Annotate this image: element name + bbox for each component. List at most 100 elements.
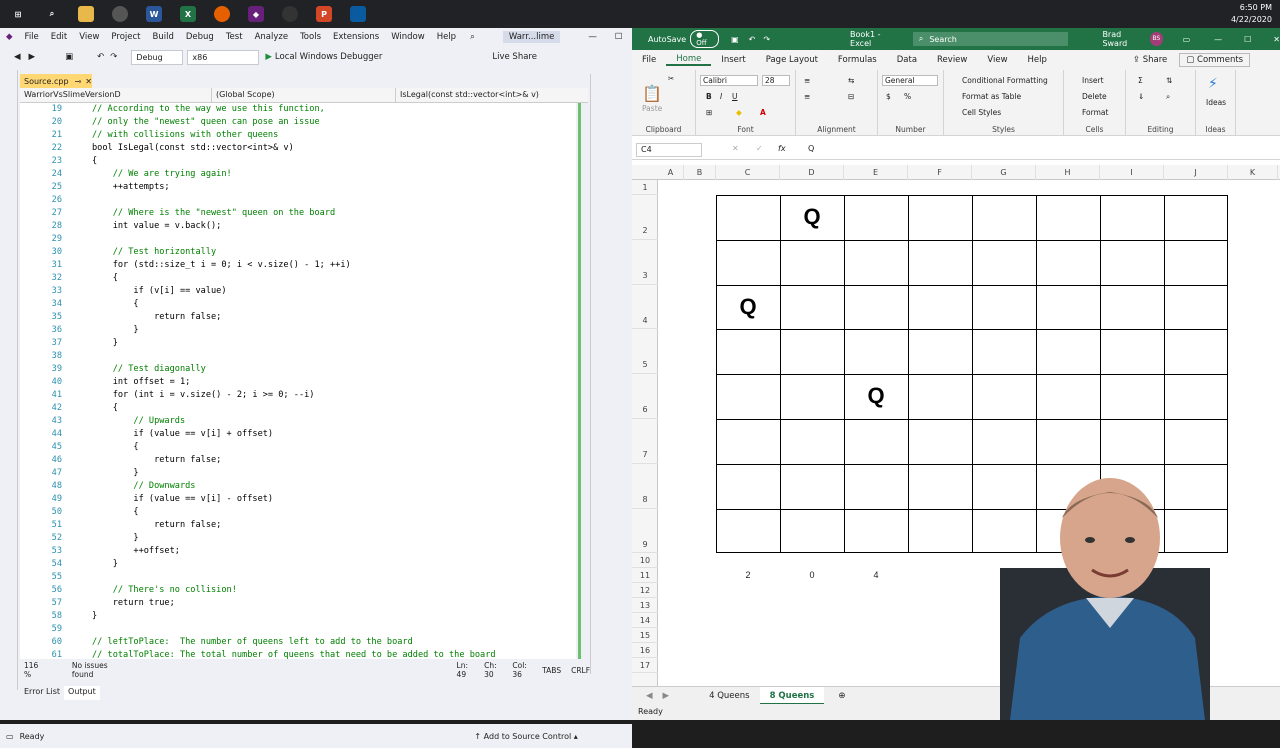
font-size-box[interactable]: 28 bbox=[762, 75, 790, 86]
file-explorer-icon[interactable] bbox=[78, 6, 94, 22]
menu-tools[interactable]: Tools bbox=[294, 32, 327, 42]
number-format-box[interactable]: General bbox=[882, 75, 938, 86]
row-header[interactable]: 16 bbox=[632, 643, 658, 659]
search-icon[interactable]: ⌕ bbox=[44, 6, 60, 22]
formula-input[interactable]: Q bbox=[808, 144, 814, 153]
config-dropdown[interactable]: Debug bbox=[131, 49, 184, 65]
minimize-icon[interactable]: — bbox=[588, 32, 597, 42]
tabs-mode[interactable]: TABS bbox=[542, 666, 561, 675]
tab-formulas[interactable]: Formulas bbox=[828, 55, 887, 65]
menu-file[interactable]: File bbox=[19, 32, 45, 42]
ideas-button[interactable]: Ideas bbox=[1206, 98, 1226, 107]
currency-icon[interactable]: $ bbox=[886, 92, 891, 101]
conditional-formatting-button[interactable]: Conditional Formatting bbox=[962, 76, 1048, 85]
row-header[interactable]: 2 bbox=[632, 195, 658, 240]
column-header[interactable]: C bbox=[716, 165, 780, 180]
prev-sheet-icon[interactable]: ◀ bbox=[646, 691, 653, 701]
column-header[interactable]: I bbox=[1100, 165, 1164, 180]
tab-file[interactable]: File bbox=[632, 55, 666, 65]
row-header[interactable]: 8 bbox=[632, 464, 658, 509]
column-header[interactable]: A bbox=[658, 165, 684, 180]
avatar[interactable]: BS bbox=[1149, 32, 1163, 46]
row-header[interactable]: 7 bbox=[632, 419, 658, 464]
zoom-level[interactable]: 116 % bbox=[24, 661, 42, 679]
row-header[interactable]: 14 bbox=[632, 613, 658, 629]
pin-icon[interactable]: ⊸ bbox=[75, 77, 82, 86]
menu-build[interactable]: Build bbox=[147, 32, 180, 42]
search-box[interactable]: ⌕ Search bbox=[912, 32, 1069, 46]
firefox-icon[interactable] bbox=[214, 6, 230, 22]
format-table-button[interactable]: Format as Table bbox=[962, 92, 1021, 101]
column-header[interactable]: K bbox=[1228, 165, 1278, 180]
row-header[interactable]: 11 bbox=[632, 568, 658, 584]
maximize-icon[interactable]: ☐ bbox=[1244, 35, 1251, 44]
queen-cell[interactable]: Q bbox=[716, 285, 780, 329]
maximize-icon[interactable]: ☐ bbox=[615, 32, 623, 42]
visual-studio-icon[interactable]: ◆ bbox=[248, 6, 264, 22]
menu-analyze[interactable]: Analyze bbox=[249, 32, 295, 42]
menu-help[interactable]: Help bbox=[431, 32, 462, 42]
align-left-icon[interactable]: ≡ bbox=[804, 92, 810, 101]
issues-status[interactable]: No issues found bbox=[72, 661, 117, 679]
column-header[interactable]: E bbox=[844, 165, 908, 180]
nav-scope[interactable]: (Global Scope) bbox=[212, 88, 396, 102]
row-header[interactable]: 4 bbox=[632, 285, 658, 330]
ideas-icon[interactable]: ⚡ bbox=[1208, 76, 1218, 92]
menu-view[interactable]: View bbox=[73, 32, 105, 42]
tab-view[interactable]: View bbox=[977, 55, 1017, 65]
save-icon[interactable]: ▣ bbox=[65, 52, 73, 62]
tab-review[interactable]: Review bbox=[927, 55, 977, 65]
format-cells-button[interactable]: Format bbox=[1082, 108, 1108, 117]
menu-edit[interactable]: Edit bbox=[45, 32, 73, 42]
forward-icon[interactable]: ▶ bbox=[29, 52, 36, 62]
row-header[interactable]: 6 bbox=[632, 374, 658, 419]
next-sheet-icon[interactable]: ▶ bbox=[663, 691, 670, 701]
clock[interactable]: 6:50 PM 4/22/2020 bbox=[1231, 2, 1272, 26]
play-icon[interactable]: ▶ bbox=[265, 52, 272, 62]
fill-color-icon[interactable]: ◆ bbox=[736, 108, 742, 117]
column-header[interactable]: J bbox=[1164, 165, 1228, 180]
find-icon[interactable]: ⌕ bbox=[1166, 92, 1170, 102]
row-header[interactable]: 9 bbox=[632, 509, 658, 554]
cancel-icon[interactable]: ✕ bbox=[732, 144, 739, 153]
fill-icon[interactable]: ⇓ bbox=[1138, 92, 1144, 101]
redo-icon[interactable]: ↷ bbox=[110, 52, 117, 62]
menu-window[interactable]: Window bbox=[385, 32, 431, 42]
autosave-toggle[interactable]: ● Off bbox=[690, 30, 720, 48]
platform-dropdown[interactable]: x86 bbox=[187, 49, 260, 65]
column-header[interactable]: G bbox=[972, 165, 1036, 180]
font-color-icon[interactable]: A bbox=[760, 108, 766, 117]
close-tab-icon[interactable]: ✕ bbox=[85, 77, 92, 86]
queen-cell[interactable]: Q bbox=[844, 374, 908, 418]
autosum-icon[interactable]: Σ bbox=[1138, 76, 1143, 85]
tab-home[interactable]: Home bbox=[666, 54, 712, 66]
tab-output[interactable]: Output bbox=[64, 686, 100, 700]
windows-start-icon[interactable]: ⊞ bbox=[10, 6, 26, 22]
enter-icon[interactable]: ✓ bbox=[756, 144, 763, 153]
row-header[interactable]: 10 bbox=[632, 553, 658, 569]
bold-icon[interactable]: B bbox=[706, 92, 712, 101]
row-header[interactable]: 3 bbox=[632, 240, 658, 285]
paste-label[interactable]: Paste bbox=[642, 104, 662, 113]
paste-icon[interactable]: 📋 bbox=[642, 84, 662, 103]
row-header[interactable]: 12 bbox=[632, 583, 658, 599]
merge-icon[interactable]: ⊟ bbox=[848, 92, 854, 101]
menu-extensions[interactable]: Extensions bbox=[327, 32, 385, 42]
nav-project[interactable]: WarriorVsSlimeVersionD bbox=[20, 88, 212, 102]
column-header[interactable]: D bbox=[780, 165, 844, 180]
minimize-icon[interactable]: — bbox=[1214, 35, 1222, 44]
menu-project[interactable]: Project bbox=[105, 32, 146, 42]
sheet-tab-8-queens[interactable]: 8 Queens bbox=[759, 686, 825, 705]
position-value[interactable]: 0 bbox=[780, 570, 844, 580]
column-header[interactable]: H bbox=[1036, 165, 1100, 180]
tab-data[interactable]: Data bbox=[887, 55, 927, 65]
nav-function[interactable]: IsLegal(const std::vector<int>& v) bbox=[396, 88, 588, 102]
queen-cell[interactable]: Q bbox=[780, 195, 844, 239]
undo-icon[interactable]: ↶ bbox=[749, 35, 756, 44]
undo-icon[interactable]: ↶ bbox=[97, 52, 104, 62]
row-header[interactable]: 15 bbox=[632, 628, 658, 644]
debugger-button[interactable]: Local Windows Debugger bbox=[275, 52, 382, 62]
column-header[interactable]: F bbox=[908, 165, 972, 180]
border-icon[interactable]: ⊞ bbox=[706, 108, 712, 117]
menu-test[interactable]: Test bbox=[220, 32, 249, 42]
